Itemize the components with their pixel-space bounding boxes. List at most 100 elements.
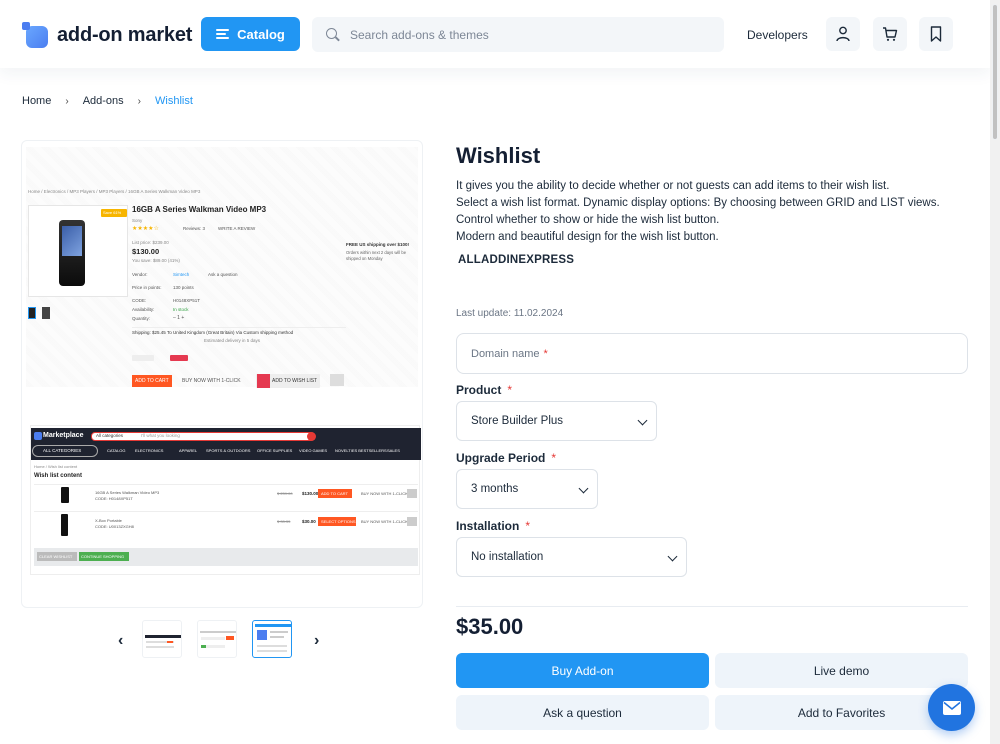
shot-estimated: Estimated delivery in 5 days xyxy=(204,338,261,343)
shot-avail-value: In stock xyxy=(173,307,189,312)
shot-nav-item: OFFICE SUPPLIES xyxy=(257,448,293,453)
breadcrumb-addons[interactable]: Add-ons xyxy=(83,95,124,107)
installation-value: No installation xyxy=(471,551,544,563)
installation-select[interactable]: No installation xyxy=(456,537,687,577)
account-button[interactable] xyxy=(826,17,860,51)
shot-nav-item: VIDEO GAMES xyxy=(299,448,328,453)
shot-wl-title: Wish list content xyxy=(34,473,82,479)
shot-add-to-cart: ADD TO CART xyxy=(135,378,169,384)
upgrade-period-label: Upgrade Period * xyxy=(456,451,557,465)
logo-text: add-on market xyxy=(57,23,193,46)
product-label: Product * xyxy=(456,383,513,397)
search-bar xyxy=(312,17,724,52)
cart-icon xyxy=(883,27,898,41)
page-title: Wishlist xyxy=(456,143,541,168)
shot-write-review: WRITE A REVIEW xyxy=(218,226,256,231)
gallery-main-image[interactable]: Home / Electronics / MP3 Players / MP3 P… xyxy=(21,140,423,608)
shot-price: $130.00 xyxy=(132,247,160,256)
shot-avail-label: Availability: xyxy=(132,307,155,312)
shot-search-hint: I'll what you looking xyxy=(141,433,180,438)
breadcrumb-separator-icon: › xyxy=(65,95,69,107)
domain-name-field[interactable]: Domain name * xyxy=(456,333,968,374)
chevron-right-icon[interactable]: › xyxy=(314,632,319,650)
product-description: It gives you the ability to decide wheth… xyxy=(456,178,940,246)
shot-free-ship: FREE US shipping over $100! xyxy=(346,242,410,247)
shot-clear-wishlist: CLEAR WISHLIST xyxy=(39,554,73,559)
shot-wl-item-price: $130.00 xyxy=(302,491,319,496)
shot-vendor-value: Simtech xyxy=(173,272,190,277)
shot-points-value: 130 points xyxy=(173,285,194,290)
shot-nav-all: ALL CATEGORIES xyxy=(43,448,82,453)
shot-code-value: H0148XP51T xyxy=(173,298,201,303)
product-select-value: Store Builder Plus xyxy=(471,415,564,427)
shot-continue-shopping: CONTINUE SHOPPING xyxy=(81,554,125,559)
shot-code-label: CODE: xyxy=(132,298,147,303)
breadcrumb-home[interactable]: Home xyxy=(22,95,51,107)
shot-product-image: Save 61% xyxy=(28,205,128,297)
shot-wl-item-code: CODE: U0013ZXGH8 xyxy=(95,524,134,529)
shot-wl-item-btn: SELECT OPTIONS xyxy=(321,519,356,524)
catalog-label: Catalog xyxy=(237,26,285,42)
gallery-thumbnails: ‹ › xyxy=(118,616,328,662)
shot-wl-item-name: X-Box Portable xyxy=(95,518,122,523)
description-line: Select a wish list format. Dynamic displ… xyxy=(456,197,940,209)
bookmark-icon xyxy=(930,26,942,42)
shot-points-label: Price in points: xyxy=(132,285,162,290)
description-line: It gives you the ability to decide wheth… xyxy=(456,180,890,192)
shot-nav-item: CATALOG xyxy=(107,448,126,453)
site-header: add-on market Catalog Developers xyxy=(0,0,990,68)
last-update: Last update: 11.02.2024 xyxy=(456,308,564,319)
vendor-name[interactable]: ALLADDINEXPRESS xyxy=(458,254,574,266)
shot-wishlist-page: Marketplace All categories I'll what you… xyxy=(30,425,421,575)
site-logo[interactable]: add-on market xyxy=(22,22,192,48)
page-scrollbar[interactable] xyxy=(990,0,1000,744)
gallery-thumbnail-active[interactable] xyxy=(252,620,292,658)
shot-wl-item-buy: BUY NOW WITH 1-CLICK xyxy=(361,519,408,524)
shot-nav-item: ELECTRONICS xyxy=(135,448,164,453)
shot-market-logo: Marketplace xyxy=(43,432,84,439)
menu-icon xyxy=(216,29,230,39)
shot-shipping: Shipping: $25.45 To United Kingdom (Grea… xyxy=(132,330,294,335)
account-icon xyxy=(836,26,850,42)
live-demo-button[interactable]: Live demo xyxy=(715,653,968,688)
installation-label: Installation * xyxy=(456,519,531,533)
description-line: Control whether to show or hide the wish… xyxy=(456,214,720,226)
shot-product-name: 16GB A Series Walkman Video MP3 xyxy=(132,205,267,214)
shot-wl-crumbs: Home / Wish list content xyxy=(34,464,78,469)
shot-nav-item: NOVELTIES BESTSELLERS xyxy=(335,448,387,453)
shot-list-price: List price: $239.00 xyxy=(132,240,169,245)
shot-sale-badge: Save 61% xyxy=(103,210,122,215)
shot-reviews: Reviews: 3 xyxy=(183,226,206,231)
chat-button[interactable] xyxy=(928,684,975,731)
catalog-button[interactable]: Catalog xyxy=(201,17,300,51)
shot-all-categories: All categories xyxy=(96,433,124,438)
mail-icon xyxy=(942,700,961,715)
scrollbar-thumb[interactable] xyxy=(992,4,998,140)
logo-icon xyxy=(22,22,48,48)
bookmark-button[interactable] xyxy=(919,17,953,51)
cart-button[interactable] xyxy=(873,17,907,51)
shot-wl-item-old: $ 239.00 xyxy=(277,491,293,496)
shot-vendor-label: Vendor: xyxy=(132,272,148,277)
shot-ask: Ask a question xyxy=(208,272,238,277)
gallery-thumbnail[interactable] xyxy=(142,620,182,658)
search-input[interactable] xyxy=(350,27,710,42)
shot-crumbs: Home / Electronics / MP3 Players / MP3 P… xyxy=(28,189,201,194)
required-mark: * xyxy=(543,347,548,360)
ask-question-button[interactable]: Ask a question xyxy=(456,695,709,730)
shot-nav-item: SPORTS & OUTDOORS xyxy=(206,448,251,453)
gallery-thumbnail[interactable] xyxy=(197,620,237,658)
shot-add-wish: ADD TO WISH LIST xyxy=(272,378,318,384)
product-select[interactable]: Store Builder Plus xyxy=(456,401,657,441)
shot-brand: Sony xyxy=(132,218,143,223)
developers-link[interactable]: Developers xyxy=(747,28,808,42)
chevron-left-icon[interactable]: ‹ xyxy=(118,632,123,650)
domain-placeholder: Domain name xyxy=(471,347,540,360)
buy-addon-button[interactable]: Buy Add-on xyxy=(456,653,709,688)
shot-nav-item: APPAREL xyxy=(179,448,198,453)
upgrade-period-select[interactable]: 3 months xyxy=(456,469,598,509)
chevron-down-icon xyxy=(637,415,648,426)
shot-wl-item-buy: BUY NOW WITH 1-CLICK xyxy=(361,491,408,496)
shot-qty-label: Quantity: xyxy=(132,316,151,321)
product-screenshot: Home / Electronics / MP3 Players / MP3 P… xyxy=(22,141,422,607)
